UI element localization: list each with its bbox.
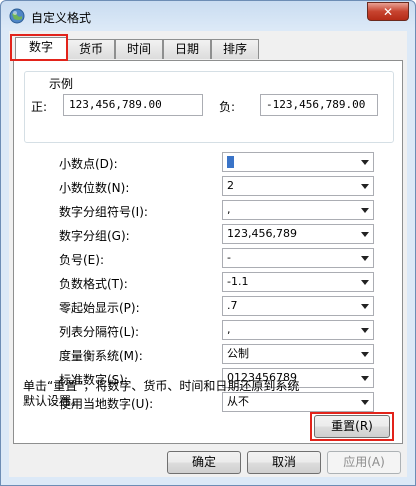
sample-group: 示例 正: 123,456,789.00 负: -123,456,789.00 [24, 71, 394, 143]
tab-highlight-box [10, 34, 68, 61]
tab-label: 排序 [222, 42, 247, 56]
positive-sample-field: 123,456,789.00 [63, 94, 203, 116]
chevron-down-icon [361, 352, 369, 357]
tab-currency[interactable]: 货币 [67, 39, 115, 59]
sample-legend: 示例 [47, 75, 76, 92]
digit-grouping-symbol-label: 数字分组符号(I): [59, 205, 148, 219]
digit-grouping-label: 数字分组(G): [59, 229, 130, 243]
text-caret [227, 156, 234, 168]
leading-zero-label: 零起始显示(P): [59, 301, 140, 315]
custom-format-dialog: 自定义格式 ✕ 数字 货币 时间 日期 排序 示例 正: 123,456,789… [0, 0, 416, 486]
digit-grouping-symbol-select[interactable]: , [222, 200, 374, 220]
chevron-down-icon [361, 184, 369, 189]
tab-date[interactable]: 日期 [163, 39, 211, 59]
positive-label: 正: [31, 100, 48, 114]
negative-label: 负: [219, 100, 236, 114]
leading-zero-select[interactable]: .7 [222, 296, 374, 316]
decimal-digits-label: 小数位数(N): [59, 181, 130, 195]
chevron-down-icon [361, 256, 369, 261]
reset-note: 单击“重置”，将数字、货币、时间和日期还原到系统默认设置。 [23, 379, 300, 408]
combo-value: , [227, 323, 231, 336]
close-icon: ✕ [382, 5, 394, 19]
tab-time[interactable]: 时间 [115, 39, 163, 59]
negative-sample-field: -123,456,789.00 [260, 94, 378, 116]
tab-label: 货币 [78, 42, 103, 56]
tab-label: 日期 [174, 42, 199, 56]
negative-sample-value: -123,456,789.00 [266, 98, 366, 111]
decimal-digits-select[interactable]: 2 [222, 176, 374, 196]
chevron-down-icon [361, 280, 369, 285]
chevron-down-icon [361, 160, 369, 165]
list-separator-label: 列表分隔符(L): [59, 325, 140, 339]
combo-value: -1.1 [227, 275, 249, 288]
negative-sign-label: 负号(E): [59, 253, 104, 267]
measurement-system-label: 度量衡系统(M): [59, 349, 143, 363]
chevron-down-icon [361, 232, 369, 237]
region-globe-icon [9, 8, 25, 24]
positive-sample-value: 123,456,789.00 [69, 98, 162, 111]
combo-value: 公制 [227, 347, 249, 360]
tab-sort[interactable]: 排序 [211, 39, 259, 59]
dialog-client: 数字 货币 时间 日期 排序 示例 正: 123,456,789.00 负: -… [9, 31, 407, 477]
cancel-button[interactable]: 取消 [247, 451, 321, 474]
window-title: 自定义格式 [31, 11, 92, 25]
chevron-down-icon [361, 208, 369, 213]
ok-button[interactable]: 确定 [167, 451, 241, 474]
combo-value: - [227, 251, 231, 264]
chevron-down-icon [361, 304, 369, 309]
chevron-down-icon [361, 376, 369, 381]
negative-format-select[interactable]: -1.1 [222, 272, 374, 292]
measurement-system-select[interactable]: 公制 [222, 344, 374, 364]
negative-format-label: 负数格式(T): [59, 277, 128, 291]
combo-value: 123,456,789 [227, 227, 297, 240]
decimal-symbol-select[interactable] [222, 152, 374, 172]
combo-value: 2 [227, 179, 234, 192]
digit-grouping-select[interactable]: 123,456,789 [222, 224, 374, 244]
title-bar[interactable]: 自定义格式 ✕ [1, 1, 415, 31]
list-separator-select[interactable]: , [222, 320, 374, 340]
combo-value: .7 [227, 299, 238, 312]
negative-sign-select[interactable]: - [222, 248, 374, 268]
combo-value: , [227, 203, 231, 216]
tab-label: 时间 [126, 42, 151, 56]
reset-button[interactable]: 重置(R) [314, 415, 390, 438]
chevron-down-icon [361, 328, 369, 333]
chevron-down-icon [361, 400, 369, 405]
apply-button[interactable]: 应用(A) [327, 451, 401, 474]
close-button[interactable]: ✕ [367, 2, 409, 21]
decimal-symbol-label: 小数点(D): [59, 157, 118, 171]
